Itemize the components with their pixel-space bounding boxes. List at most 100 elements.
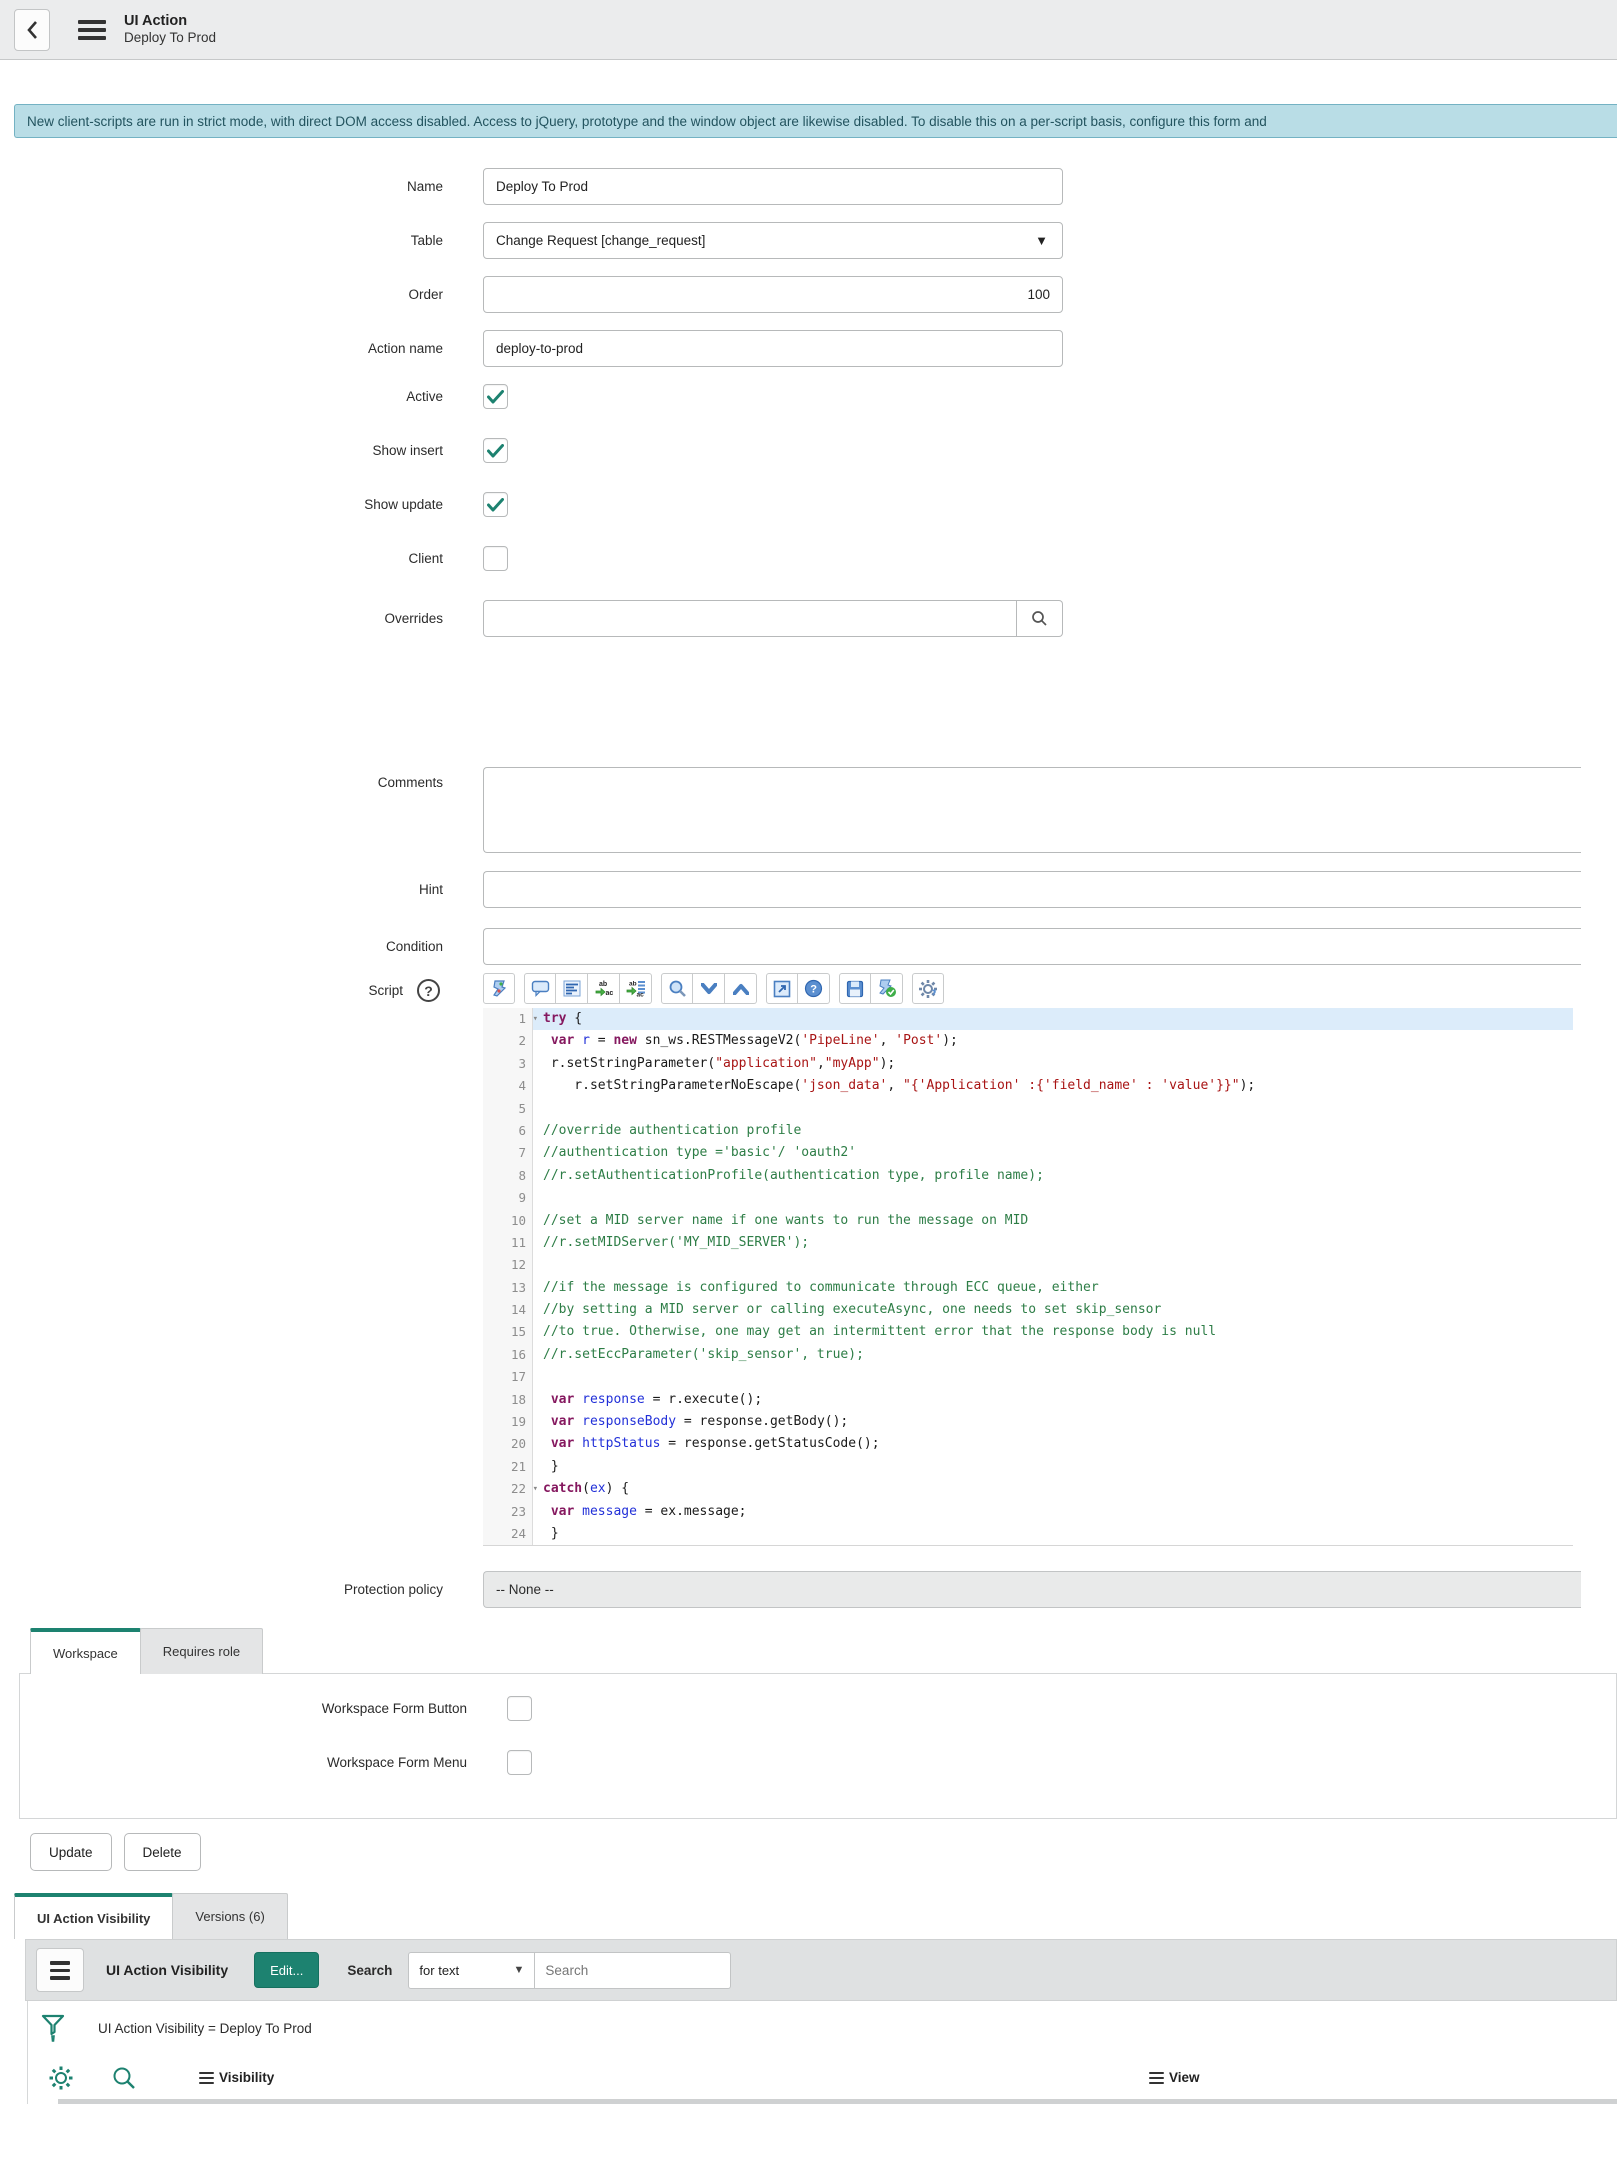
list-search-toggle-button[interactable] xyxy=(111,2065,137,2091)
related-lists: UI Action Visibility Versions (6) UI Act… xyxy=(0,1893,1617,2104)
svg-text:ac: ac xyxy=(636,992,644,999)
tab-versions-label: Versions (6) xyxy=(195,1909,264,1924)
editor-settings-button[interactable] xyxy=(912,973,944,1004)
code-line: 17 xyxy=(483,1366,1573,1388)
svg-text:?: ? xyxy=(810,984,817,996)
field-row-comments: Comments xyxy=(0,767,1617,853)
list-search-input[interactable] xyxy=(535,1952,731,1989)
fold-caret-icon[interactable]: ▾ xyxy=(533,1008,538,1030)
code-line: 10//set a MID server name if one wants t… xyxy=(483,1210,1573,1232)
script-code-editor[interactable]: 1▾try {2 var r = new sn_ws.RESTMessageV2… xyxy=(483,1008,1573,1546)
syntax-check-button[interactable] xyxy=(871,973,903,1004)
open-in-window-button[interactable] xyxy=(766,973,798,1004)
active-checkbox[interactable] xyxy=(483,384,508,409)
related-list-body: UI Action Visibility = Deploy To Prod xyxy=(27,2001,1617,2104)
column-header-view[interactable]: View xyxy=(1149,2070,1200,2085)
tab-requires-role[interactable]: Requires role xyxy=(140,1628,263,1674)
top-bar: UI Action Deploy To Prod xyxy=(0,0,1617,60)
personalize-list-button[interactable] xyxy=(48,2065,74,2091)
form-actions: Update Delete xyxy=(30,1833,1617,1871)
code-line: 2 var r = new sn_ws.RESTMessageV2('PipeL… xyxy=(483,1030,1573,1052)
code-line: 18 var response = r.execute(); xyxy=(483,1389,1573,1411)
back-button[interactable] xyxy=(14,9,50,51)
fold-caret-icon[interactable]: ▾ xyxy=(533,1478,538,1500)
related-list-header: UI Action Visibility Edit... Search for … xyxy=(25,1939,1617,2001)
overrides-reference xyxy=(483,600,1063,637)
table-select[interactable]: Change Request [change_request] ▼ xyxy=(483,222,1063,259)
column-header-visibility[interactable]: Visibility xyxy=(199,2070,274,2085)
column-menu-icon xyxy=(199,2072,214,2085)
find-next-icon xyxy=(701,983,717,995)
help-icon: ? xyxy=(804,979,823,998)
table-select-value: Change Request [change_request] xyxy=(496,233,705,248)
svg-text:ac: ac xyxy=(606,990,614,997)
show-update-label: Show update xyxy=(0,497,483,512)
field-row-show-update: Show update xyxy=(0,492,1617,517)
tab-ui-action-visibility-label: UI Action Visibility xyxy=(37,1911,150,1926)
svg-text:ab: ab xyxy=(629,981,637,988)
show-update-checkbox[interactable] xyxy=(483,492,508,517)
tab-versions[interactable]: Versions (6) xyxy=(172,1893,287,1939)
code-line: 1▾try { xyxy=(483,1008,1573,1030)
format-code-icon xyxy=(563,980,581,997)
order-input[interactable] xyxy=(483,276,1063,313)
find-next-button[interactable] xyxy=(693,973,725,1004)
protection-policy-select[interactable]: -- None -- xyxy=(483,1571,1581,1608)
list-column-header-row: Visibility View xyxy=(28,2056,1617,2099)
field-row-action-name: Action name xyxy=(0,330,1617,367)
workspace-form-menu-checkbox[interactable] xyxy=(507,1750,532,1775)
code-line: 14//by setting a MID server or calling e… xyxy=(483,1299,1573,1321)
format-code-button[interactable] xyxy=(556,973,588,1004)
overrides-input[interactable] xyxy=(483,600,1017,637)
field-row-workspace-form-button: Workspace Form Button xyxy=(20,1696,1616,1721)
comments-label: Comments xyxy=(0,767,483,790)
order-label: Order xyxy=(0,287,483,302)
filter-button[interactable] xyxy=(41,2014,65,2044)
name-input[interactable] xyxy=(483,168,1063,205)
protection-policy-value: -- None -- xyxy=(496,1582,554,1597)
replace-button[interactable]: ab ac xyxy=(588,973,620,1004)
find-previous-icon xyxy=(733,983,749,995)
overrides-lookup-button[interactable] xyxy=(1017,600,1063,637)
filter-breadcrumb[interactable]: UI Action Visibility = Deploy To Prod xyxy=(98,2021,312,2036)
update-button[interactable]: Update xyxy=(30,1833,112,1871)
column-header-view-label: View xyxy=(1169,2070,1200,2085)
toggle-comment-button[interactable] xyxy=(524,973,556,1004)
hint-input[interactable] xyxy=(483,871,1581,908)
editor-help-button[interactable]: ? xyxy=(798,973,830,1004)
code-line: 8//r.setAuthenticationProfile(authentica… xyxy=(483,1165,1573,1187)
field-row-show-insert: Show insert xyxy=(0,438,1617,463)
workspace-tabs: Workspace Requires role xyxy=(30,1628,1617,1674)
list-context-menu-button[interactable] xyxy=(36,1948,84,1992)
save-button[interactable] xyxy=(839,973,871,1004)
svg-text:ab: ab xyxy=(599,981,607,988)
script-editor-region: ab ac ab ac xyxy=(483,973,1617,1546)
code-line: 4 r.setStringParameterNoEscape('json_dat… xyxy=(483,1075,1573,1097)
protection-policy-label: Protection policy xyxy=(0,1582,483,1597)
tab-workspace[interactable]: Workspace xyxy=(30,1628,141,1674)
client-checkbox[interactable] xyxy=(483,546,508,571)
tab-ui-action-visibility[interactable]: UI Action Visibility xyxy=(14,1893,173,1939)
edit-members-button[interactable]: Edit... xyxy=(254,1952,319,1988)
form-context-menu-icon[interactable] xyxy=(78,20,106,40)
action-name-input[interactable] xyxy=(483,330,1063,367)
code-line: 3 r.setStringParameter("application","my… xyxy=(483,1053,1573,1075)
search-mode-value: for text xyxy=(419,1963,459,1978)
find-button[interactable] xyxy=(661,973,693,1004)
condition-input[interactable] xyxy=(483,928,1581,965)
comments-textarea[interactable] xyxy=(483,767,1581,853)
tab-workspace-label: Workspace xyxy=(53,1646,118,1661)
workspace-form-button-checkbox[interactable] xyxy=(507,1696,532,1721)
name-label: Name xyxy=(0,179,483,194)
hint-label: Hint xyxy=(0,882,483,897)
search-mode-select[interactable]: for text ▼ xyxy=(408,1952,535,1989)
script-help-icon[interactable]: ? xyxy=(417,979,440,1002)
find-previous-button[interactable] xyxy=(725,973,757,1004)
code-line: 21 } xyxy=(483,1456,1573,1478)
workspace-form-button-label: Workspace Form Button xyxy=(20,1701,507,1716)
delete-button[interactable]: Delete xyxy=(124,1833,201,1871)
replace-all-button[interactable]: ab ac xyxy=(620,973,652,1004)
page: UI Action Deploy To Prod New client-scri… xyxy=(0,0,1617,2160)
script-toggle-button[interactable] xyxy=(483,973,515,1004)
show-insert-checkbox[interactable] xyxy=(483,438,508,463)
